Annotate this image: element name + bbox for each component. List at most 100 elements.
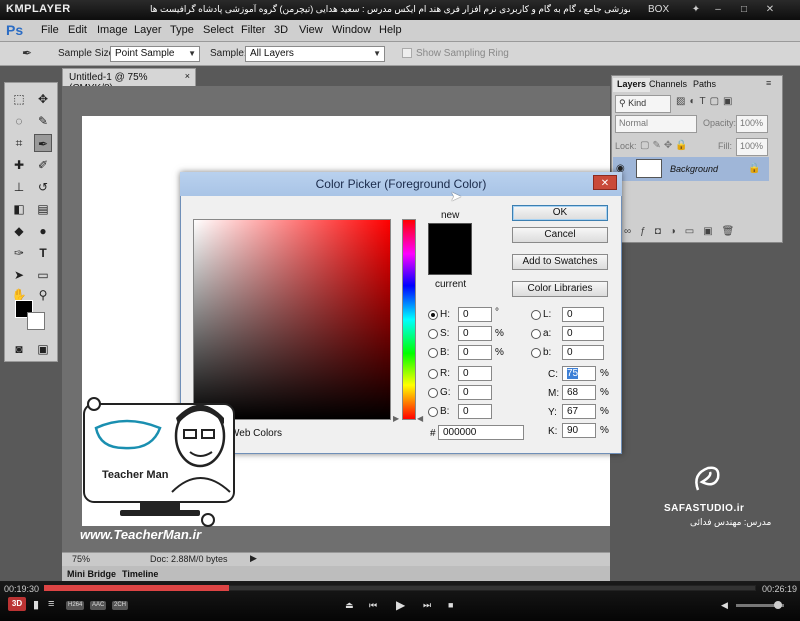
brush-tool-icon[interactable]: ✐ — [34, 156, 52, 174]
pen-tool-icon[interactable]: ✑ — [10, 244, 28, 262]
healing-tool-icon[interactable]: ✚ — [10, 156, 28, 174]
add-to-swatches-button[interactable]: Add to Swatches — [512, 254, 608, 270]
green-radio[interactable] — [428, 388, 438, 398]
lab-l-input[interactable]: 0 — [562, 307, 604, 322]
next-icon[interactable]: ⏭ — [423, 600, 431, 611]
menu-help[interactable]: Help — [379, 24, 402, 36]
ok-button[interactable]: OK — [512, 205, 608, 221]
panel-menu-icon[interactable]: ≡ — [766, 78, 771, 88]
menu-layer[interactable]: Layer — [134, 24, 162, 36]
hue-slider[interactable] — [402, 219, 416, 420]
menu-view[interactable]: View — [299, 24, 323, 36]
settings-icon[interactable]: ≡ — [48, 598, 54, 610]
cancel-button[interactable]: Cancel — [512, 227, 608, 243]
zoom-tool-icon[interactable]: ⚲ — [34, 286, 52, 304]
eyedropper-icon[interactable]: ✒ — [22, 46, 32, 60]
previous-icon[interactable]: ⏮ — [369, 600, 377, 611]
3d-mode-button[interactable]: 3D — [8, 597, 26, 611]
blend-mode-select[interactable]: Normal — [615, 115, 697, 133]
maximize-icon[interactable]: □ — [738, 4, 750, 16]
kind-filter-select[interactable]: ⚲ Kind — [615, 95, 671, 113]
close-tab-icon[interactable]: × — [185, 71, 190, 81]
yellow-input[interactable]: 67 — [562, 404, 596, 419]
dialog-close-icon[interactable]: ✕ — [593, 175, 617, 190]
brightness-radio[interactable] — [428, 348, 438, 358]
lock-icons[interactable]: ▢✎✥🔒 — [640, 140, 691, 151]
menu-3d[interactable]: 3D — [274, 24, 288, 36]
minimize-icon[interactable]: – — [712, 4, 724, 16]
pin-icon[interactable]: ✦ — [690, 4, 702, 16]
volume-icon[interactable]: ◀ — [721, 600, 728, 611]
tab-timeline[interactable]: Timeline — [122, 569, 158, 579]
playlist-icon[interactable]: ▮ — [33, 598, 39, 611]
zoom-level[interactable]: 75% — [72, 554, 90, 564]
eject-icon[interactable]: ⏏ — [345, 600, 354, 611]
tab-paths[interactable]: Paths — [689, 78, 720, 92]
lab-b-input[interactable]: 0 — [562, 345, 604, 360]
menu-type[interactable]: Type — [170, 24, 194, 36]
play-icon[interactable]: ▶ — [396, 598, 405, 612]
tab-mini-bridge[interactable]: Mini Bridge — [67, 569, 116, 579]
hue-slider-arrow-left-icon[interactable]: ▶ — [393, 414, 399, 423]
quick-select-tool-icon[interactable]: ✎ — [34, 112, 52, 130]
background-color-swatch[interactable] — [27, 312, 45, 330]
saturation-input[interactable]: 0 — [458, 326, 492, 341]
lab-a-radio[interactable] — [531, 329, 541, 339]
crop-tool-icon[interactable]: ⌗ — [10, 134, 28, 152]
document-tab[interactable]: Untitled-1 @ 75% (CMYK/8) × — [62, 68, 196, 94]
eyedropper-tool-icon[interactable]: ✒ — [34, 134, 52, 152]
status-arrow-icon[interactable]: ▶ — [250, 553, 257, 564]
menu-image[interactable]: Image — [97, 24, 128, 36]
shape-tool-icon[interactable]: ▭ — [34, 266, 52, 284]
brightness-input[interactable]: 0 — [458, 345, 492, 360]
volume-knob[interactable] — [774, 601, 782, 609]
tab-channels[interactable]: Channels — [645, 78, 691, 92]
dodge-tool-icon[interactable]: ● — [34, 222, 52, 240]
blue-radio[interactable] — [428, 407, 438, 417]
screen-mode-icon[interactable]: ▣ — [34, 340, 52, 358]
lab-b-radio[interactable] — [531, 348, 541, 358]
opacity-input[interactable]: 100% — [736, 115, 768, 133]
close-icon[interactable]: ✕ — [764, 4, 776, 16]
menu-edit[interactable]: Edit — [68, 24, 87, 36]
hue-slider-arrow-right-icon[interactable]: ◀ — [417, 414, 423, 423]
type-tool-icon[interactable]: T — [34, 244, 52, 262]
player-box-button[interactable]: BOX — [648, 4, 669, 15]
menu-select[interactable]: Select — [203, 24, 234, 36]
layer-filter-icons[interactable]: ▨◐T▢▣ — [676, 96, 737, 107]
path-select-tool-icon[interactable]: ➤ — [10, 266, 28, 284]
fill-input[interactable]: 100% — [736, 138, 768, 156]
menu-window[interactable]: Window — [332, 24, 371, 36]
lasso-tool-icon[interactable]: ◌ — [10, 112, 28, 130]
green-input[interactable]: 0 — [458, 385, 492, 400]
blur-tool-icon[interactable]: ◆ — [10, 222, 28, 240]
move-tool-icon[interactable]: ✥ — [34, 90, 52, 108]
stamp-tool-icon[interactable]: ⊥ — [10, 178, 28, 196]
marquee-tool-icon[interactable]: ⬚ — [10, 90, 28, 108]
cyan-input[interactable]: 75 — [562, 366, 596, 381]
black-input[interactable]: 90 — [562, 423, 596, 438]
sample-select[interactable]: All Layers ▼ — [245, 46, 385, 62]
gradient-tool-icon[interactable]: ▤ — [34, 200, 52, 218]
menu-file[interactable]: File — [41, 24, 59, 36]
saturation-radio[interactable] — [428, 329, 438, 339]
blue-input[interactable]: 0 — [458, 404, 492, 419]
layer-footer-icons[interactable]: ∞ƒ◘◑▭▣🗑 — [624, 226, 743, 237]
current-color-swatch[interactable] — [428, 249, 472, 275]
color-libraries-button[interactable]: Color Libraries — [512, 281, 608, 297]
menu-filter[interactable]: Filter — [241, 24, 265, 36]
red-input[interactable]: 0 — [458, 366, 492, 381]
sampling-ring-checkbox[interactable] — [402, 48, 412, 58]
color-field[interactable] — [193, 219, 391, 420]
hex-input[interactable]: 000000 — [438, 425, 524, 440]
red-radio[interactable] — [428, 369, 438, 379]
hue-input[interactable]: 0 — [458, 307, 492, 322]
lab-a-input[interactable]: 0 — [562, 326, 604, 341]
lab-l-radio[interactable] — [531, 310, 541, 320]
history-brush-tool-icon[interactable]: ↺ — [34, 178, 52, 196]
hue-radio[interactable] — [428, 310, 438, 320]
sample-size-select[interactable]: Point Sample ▼ — [110, 46, 200, 62]
stop-icon[interactable]: ■ — [448, 600, 453, 610]
magenta-input[interactable]: 68 — [562, 385, 596, 400]
eraser-tool-icon[interactable]: ◧ — [10, 200, 28, 218]
